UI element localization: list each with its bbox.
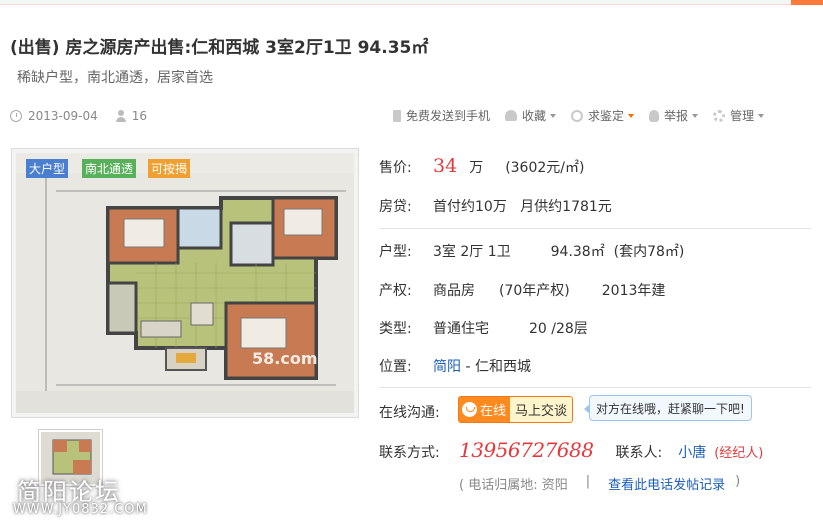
chevron-down-icon [692, 113, 699, 118]
photo-watermark: 58.com [252, 349, 318, 368]
unit-price: (3602元/㎡) [505, 160, 585, 176]
divider [379, 387, 811, 388]
send-to-phone-label: 免费发送到手机 [406, 109, 491, 123]
top-accent [791, 0, 823, 5]
send-to-phone-button[interactable]: 免费发送到手机 [393, 107, 490, 124]
category-row: 类型: 普通住宅 20 /28层 [379, 318, 588, 338]
property-years: (70年产权) [499, 283, 570, 299]
forum-url-watermark: WWW.JY0832.COM [13, 502, 148, 517]
clock-icon [10, 110, 22, 122]
online-label: 在线沟通: [379, 405, 440, 421]
gear-icon [713, 109, 726, 122]
phone-icon [393, 109, 401, 122]
property-label: 产权: [379, 283, 412, 299]
manage-label: 管理 [730, 109, 755, 123]
loan-label: 房贷: [379, 199, 412, 215]
favorite-label: 收藏 [522, 109, 547, 123]
report-button[interactable]: 举报 [649, 107, 699, 124]
post-meta: 2013-09-04 16 [10, 109, 147, 123]
property-type: 商品房 [433, 283, 475, 299]
appraise-label: 求鉴定 [588, 109, 625, 123]
agent-badge: (经纪人) [714, 446, 764, 461]
category-floor: 20 /28层 [529, 321, 588, 337]
location-label: 位置: [379, 359, 412, 375]
separator: | [585, 474, 591, 489]
photo-tag: 可按揭 [148, 159, 191, 178]
category-type: 普通住宅 [433, 321, 489, 337]
property-row: 产权: 商品房 (70年产权) 2013年建 [379, 280, 665, 300]
appraise-button[interactable]: 求鉴定 [571, 107, 635, 124]
action-toolbar: 免费发送到手机 收藏 求鉴定 举报 管理 [393, 107, 779, 124]
report-label: 举报 [664, 109, 689, 123]
loan-row: 房贷: 首付约10万 月供约1781元 [379, 196, 612, 216]
contact-person-label: 联系人: [615, 445, 663, 461]
floor-plan-drawing [16, 153, 354, 413]
phone-info-close: ) [735, 474, 741, 489]
price-label: 售价: [379, 160, 412, 176]
layout-area: 94.38㎡ (套内78㎡) [550, 244, 685, 260]
heart-icon [505, 110, 518, 121]
chevron-down-icon [758, 113, 765, 118]
manage-button[interactable]: 管理 [713, 107, 765, 124]
contact-label: 联系方式: [379, 445, 440, 461]
photo-tag: 大户型 [26, 159, 69, 178]
chat-now-button[interactable]: 在线 马上交谈 [458, 396, 573, 423]
phone-info: ( 电话归属地: 资阳 | 查看此电话发帖记录 ) [459, 474, 740, 493]
top-border [0, 0, 823, 5]
view-count: 16 [131, 109, 148, 123]
phone-number: 13956727688 [459, 438, 594, 462]
floor-plan-photo[interactable]: 大户型 南北通透 可按揭 58.com [16, 153, 354, 413]
favorite-button[interactable]: 收藏 [505, 107, 557, 124]
layout-rooms: 3室 2厅 1卫 [433, 244, 511, 260]
price-unit: 万 [469, 160, 484, 176]
page-title: (出售) 房之源房产出售:仁和西城 3室2厅1卫 94.35㎡ [10, 38, 429, 58]
price-row: 售价: 34 万 (3602元/㎡) [379, 155, 584, 177]
price-value: 34 [433, 155, 458, 177]
location-area: - 仁和西城 [461, 359, 531, 375]
chat-now-label: 马上交谈 [510, 397, 572, 422]
location-city-link[interactable]: 简阳 [433, 356, 461, 376]
post-date: 2013-09-04 [28, 109, 98, 123]
bulb-icon [649, 109, 660, 122]
photo-tag: 南北通透 [82, 159, 137, 178]
online-status-label: 在线 [480, 404, 507, 419]
chevron-down-icon [550, 113, 557, 118]
main-photo-frame: 大户型 南北通透 可按揭 58.com [11, 148, 359, 418]
phone-origin: ( 电话归属地: 资阳 [459, 478, 568, 493]
loan-value: 首付约10万 月供约1781元 [433, 199, 612, 215]
chat-bubble-icon [462, 402, 477, 417]
page-subtitle: 稀缺户型，南北通透，居家首选 [17, 70, 213, 86]
contact-person-link[interactable]: 小唐 [678, 442, 706, 462]
contact-row: 联系方式: 13956727688 联系人: 小唐 (经纪人) [379, 438, 763, 462]
divider [379, 228, 811, 229]
layout-label: 户型: [379, 244, 412, 260]
person-icon [115, 110, 127, 122]
online-tooltip: 对方在线哦，赶紧聊一下吧! [584, 395, 752, 421]
online-status: 在线 [459, 397, 511, 422]
layout-row: 户型: 3室 2厅 1卫 94.38㎡ (套内78㎡) [379, 241, 684, 261]
online-row: 在线沟通: [379, 402, 459, 422]
share-icon [571, 109, 584, 122]
location-row: 位置: 简阳 - 仁和西城 [379, 356, 531, 376]
category-label: 类型: [379, 321, 412, 337]
chevron-down-icon [628, 113, 635, 118]
property-built: 2013年建 [601, 283, 666, 299]
phone-history-link[interactable]: 查看此电话发帖记录 [608, 474, 725, 493]
